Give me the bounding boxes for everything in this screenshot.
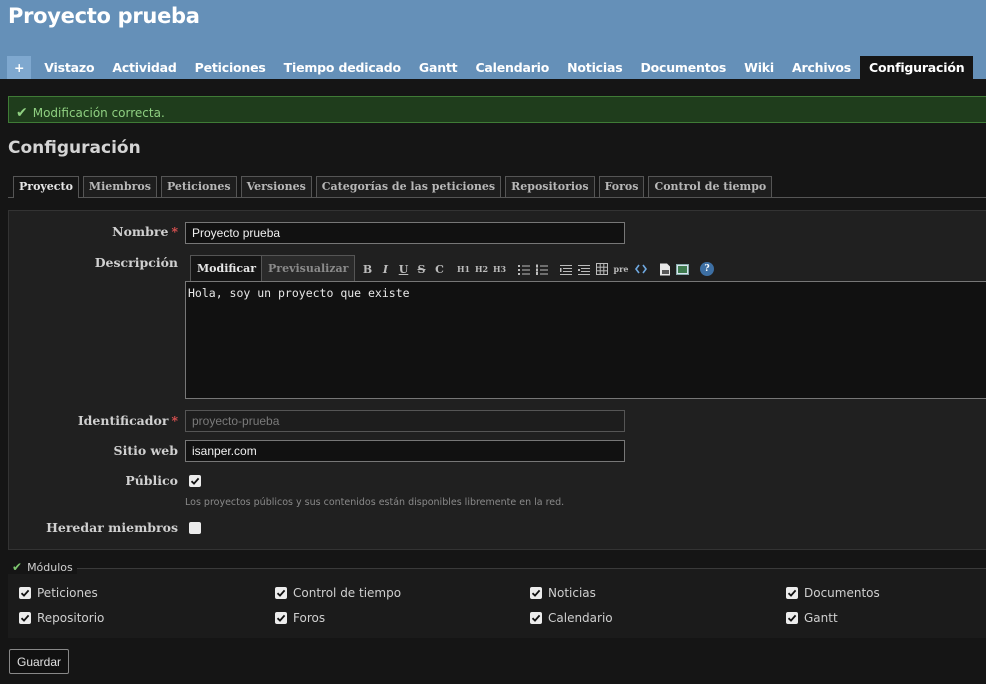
tab-issue-categories[interactable]: Categorías de las peticiones <box>315 176 502 197</box>
required-mark: * <box>171 413 178 428</box>
inherit-members-label: Heredar miembros <box>46 520 178 535</box>
tab-project[interactable]: Proyecto <box>13 176 79 198</box>
underline-button[interactable]: U <box>395 260 412 278</box>
module-checkbox[interactable] <box>786 587 798 599</box>
homepage-input[interactable] <box>185 440 625 462</box>
module-label: Noticias <box>548 586 596 600</box>
description-textarea[interactable]: Hola, soy un proyecto que existe <box>185 281 986 399</box>
module-label: Peticiones <box>37 586 98 600</box>
new-object-menu[interactable]: + <box>7 56 32 79</box>
heading-1-button[interactable]: H1 <box>455 260 472 278</box>
link-to-page-icon[interactable] <box>656 260 673 278</box>
heading-2-button[interactable]: H2 <box>473 260 490 278</box>
module-news[interactable]: Noticias <box>530 586 596 600</box>
settings-tabs: Proyecto Miembros Peticiones Versiones C… <box>8 176 986 198</box>
flash-message: Modificación correcta. <box>32 105 165 120</box>
module-label: Gantt <box>804 611 838 625</box>
menu-item-wiki[interactable]: Wiki <box>735 56 783 79</box>
tab-preview[interactable]: Previsualizar <box>261 255 356 281</box>
inherit-members-checkbox[interactable] <box>189 522 201 534</box>
unquote-icon[interactable] <box>575 260 592 278</box>
module-label: Repositorio <box>37 611 105 625</box>
tab-members[interactable]: Miembros <box>82 176 157 197</box>
blockquote-icon[interactable] <box>557 260 574 278</box>
menu-item-gantt[interactable]: Gantt <box>410 56 467 79</box>
tab-forums[interactable]: Foros <box>598 176 645 197</box>
main-menu: + Vistazo Actividad Peticiones Tiempo de… <box>7 56 974 79</box>
menu-item-files[interactable]: Archivos <box>783 56 860 79</box>
checkmark-icon: ✔ <box>16 104 28 121</box>
menu-item-calendar[interactable]: Calendario <box>466 56 558 79</box>
module-gantt[interactable]: Gantt <box>786 611 838 625</box>
ordered-list-icon[interactable] <box>533 260 550 278</box>
module-checkbox[interactable] <box>275 587 287 599</box>
public-hint: Los proyectos públicos y sus contenidos … <box>185 497 565 508</box>
heading-3-button[interactable]: H3 <box>491 260 508 278</box>
module-time-tracking[interactable]: Control de tiempo <box>275 586 401 600</box>
module-issues[interactable]: Peticiones <box>19 586 98 600</box>
module-checkbox[interactable] <box>530 587 542 599</box>
module-label: Foros <box>293 611 326 625</box>
italic-button[interactable]: I <box>377 260 394 278</box>
module-checkbox[interactable] <box>786 612 798 624</box>
name-input[interactable] <box>185 222 625 244</box>
identifier-input <box>185 410 625 432</box>
flash-notice: ✔ Modificación correcta. <box>8 96 986 123</box>
save-button[interactable]: Guardar <box>9 649 69 674</box>
name-label: Nombre * <box>112 224 178 239</box>
tab-time-tracking[interactable]: Control de tiempo <box>648 176 773 197</box>
code-highlight-icon[interactable] <box>632 260 649 278</box>
image-icon[interactable] <box>674 260 691 278</box>
identifier-label: Identificador * <box>78 413 178 428</box>
module-checkbox[interactable] <box>530 612 542 624</box>
bold-button[interactable]: B <box>359 260 376 278</box>
modules-legend-text: Módulos <box>27 560 73 574</box>
tab-repositories[interactable]: Repositorios <box>505 176 595 197</box>
tab-issues[interactable]: Peticiones <box>160 176 237 197</box>
modules-fieldset <box>8 568 986 638</box>
checkmark-icon: ✔ <box>12 560 23 574</box>
homepage-label: Sitio web <box>113 443 178 458</box>
tab-edit[interactable]: Modificar <box>190 255 264 282</box>
module-checkbox[interactable] <box>19 612 31 624</box>
module-forums[interactable]: Foros <box>275 611 325 625</box>
table-icon[interactable] <box>593 260 610 278</box>
public-label: Público <box>125 473 178 488</box>
menu-item-settings[interactable]: Configuración <box>860 56 974 79</box>
page-title: Configuración <box>8 138 141 158</box>
description-label: Descripción <box>94 255 178 270</box>
inline-code-button[interactable]: C <box>431 260 448 278</box>
tab-versions[interactable]: Versiones <box>240 176 312 197</box>
required-mark: * <box>171 224 178 239</box>
menu-item-news[interactable]: Noticias <box>558 56 631 79</box>
module-label: Calendario <box>548 611 613 625</box>
header: Proyecto prueba + Vistazo Actividad Peti… <box>0 0 986 79</box>
menu-item-documents[interactable]: Documentos <box>631 56 735 79</box>
modules-legend[interactable]: ✔ Módulos <box>8 560 77 574</box>
pre-button[interactable]: pre <box>611 260 631 278</box>
module-label: Control de tiempo <box>293 586 402 600</box>
module-calendar[interactable]: Calendario <box>530 611 613 625</box>
strikethrough-button[interactable]: S <box>413 260 430 278</box>
module-checkbox[interactable] <box>19 587 31 599</box>
wiki-toolbar: B I U S C H1 H2 H3 pre ? <box>359 259 715 279</box>
identifier-label-text: Identificador <box>77 413 169 428</box>
menu-item-time-entries[interactable]: Tiempo dedicado <box>275 56 410 79</box>
menu-item-activity[interactable]: Actividad <box>103 56 185 79</box>
module-repository[interactable]: Repositorio <box>19 611 104 625</box>
project-title[interactable]: Proyecto prueba <box>8 4 200 28</box>
public-checkbox[interactable] <box>189 475 201 487</box>
menu-item-overview[interactable]: Vistazo <box>35 56 103 79</box>
module-documents[interactable]: Documentos <box>786 586 880 600</box>
help-icon[interactable]: ? <box>700 262 714 276</box>
module-label: Documentos <box>804 586 880 600</box>
name-label-text: Nombre <box>112 224 169 239</box>
module-checkbox[interactable] <box>275 612 287 624</box>
unordered-list-icon[interactable] <box>515 260 532 278</box>
menu-item-issues[interactable]: Peticiones <box>186 56 275 79</box>
